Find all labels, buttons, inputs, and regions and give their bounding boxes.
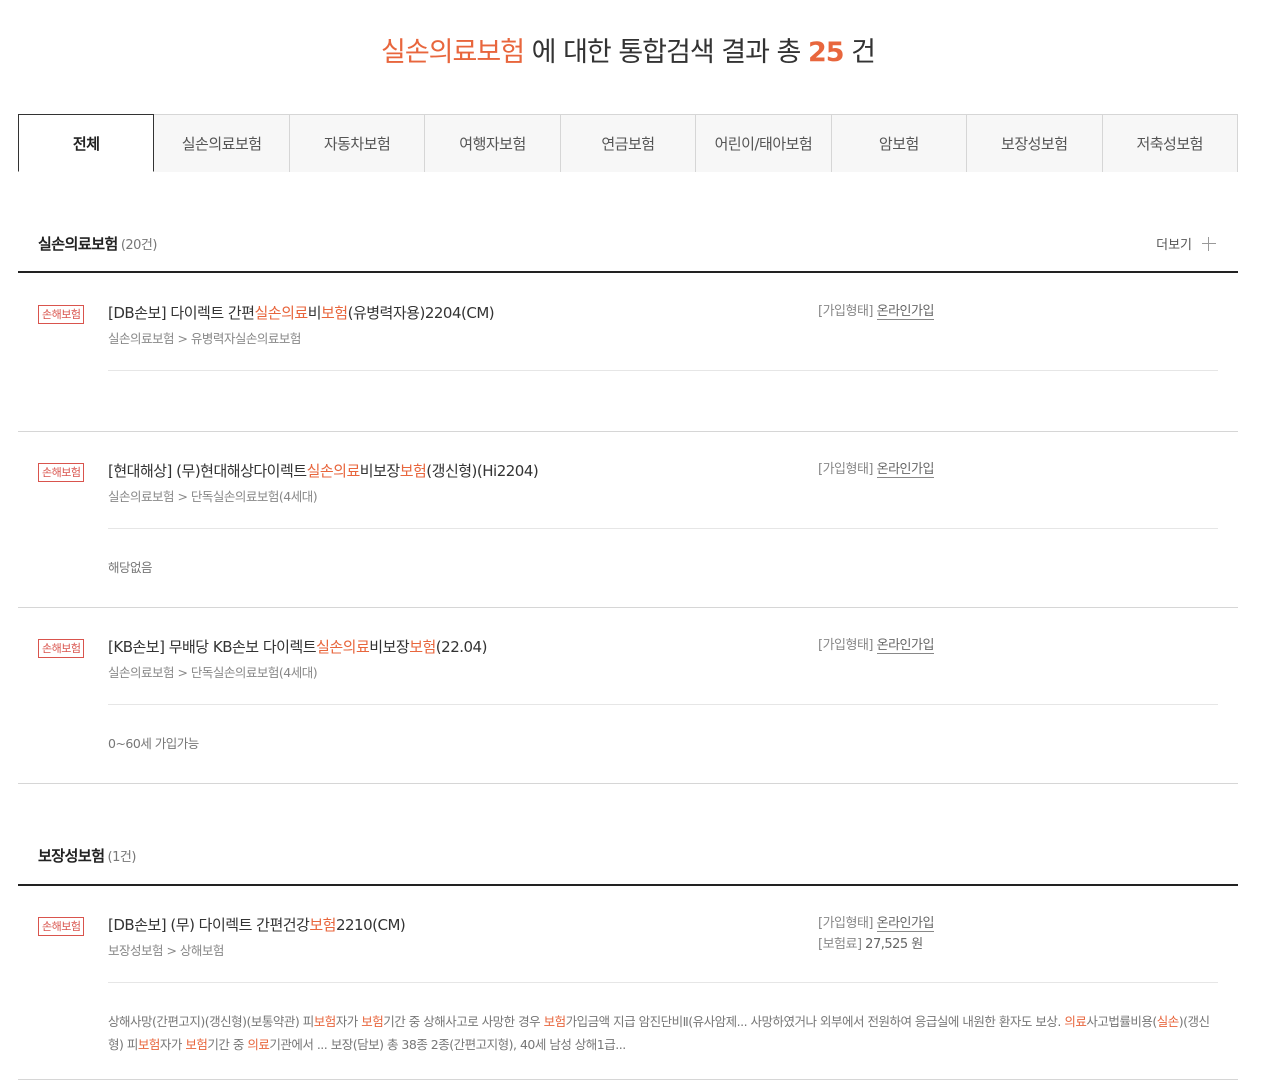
desc-text: 기간 중: [207, 1037, 248, 1052]
tab-cancer[interactable]: 암보험: [830, 114, 967, 172]
join-type: [가입형태] 온라인가입: [818, 634, 934, 654]
product-description: 해당없음: [108, 560, 153, 575]
desc-highlight: 보험: [185, 1037, 208, 1052]
tab-savings[interactable]: 저축성보험: [1101, 114, 1238, 172]
section-count: (20건): [120, 238, 158, 253]
title-text: [KB손보] 무배당 KB손보 다이렉트: [108, 638, 317, 656]
category-badge: 손해보험: [38, 463, 85, 482]
more-label: 더보기: [1156, 238, 1192, 253]
product-breadcrumb: 실손의료보험 > 단독실손의료보험(4세대): [108, 665, 318, 680]
desc-text: 상해사망(간편고지)(갱신형)(보통약관) 피: [108, 1014, 314, 1029]
join-value-link[interactable]: 온라인가입: [876, 304, 934, 320]
title-text: [현대해상] (무)현대해상다이렉트: [108, 462, 307, 480]
category-tabs: 전체 실손의료보험 자동차보험 여행자보험 연금보험 어린이/태아보험 암보험 …: [18, 114, 1238, 172]
product-title-link[interactable]: [KB손보] 무배당 KB손보 다이렉트실손의료비보장보험(22.04): [108, 636, 487, 657]
join-value-link[interactable]: 온라인가입: [876, 462, 934, 478]
section-title-medical: 실손의료보험 (20건): [38, 233, 157, 254]
item-divider: [18, 607, 1238, 608]
desc-highlight: 의료: [247, 1037, 270, 1052]
title-highlight: 보험: [309, 916, 336, 934]
title-text: [DB손보] (무) 다이렉트 간편건강: [108, 916, 310, 934]
premium: [보험료] 27,525 원: [818, 933, 923, 952]
desc-highlight: 실손: [1156, 1014, 1180, 1029]
join-type: [가입형태] 온라인가입: [818, 458, 934, 478]
section-title-text: 보장성보험: [38, 847, 105, 865]
join-label: [가입형태]: [818, 462, 873, 477]
section-title-text: 실손의료보험: [38, 235, 118, 253]
join-type: [가입형태] 온라인가입: [818, 300, 934, 320]
item-inner-divider: [108, 982, 1218, 983]
join-label: [가입형태]: [818, 916, 873, 931]
item-divider: [18, 1079, 1238, 1080]
desc-text: 자가: [159, 1037, 186, 1052]
product-title-link[interactable]: [DB손보] 다이렉트 간편실손의료비보험(유병력자용)2204(CM): [108, 302, 495, 323]
product-description: 0~60세 가입가능: [108, 736, 199, 751]
search-keyword: 실손의료보험: [381, 37, 525, 68]
join-label: [가입형태]: [818, 638, 873, 653]
tab-travel[interactable]: 여행자보험: [424, 114, 560, 172]
desc-highlight: 의료: [1064, 1014, 1087, 1029]
item-inner-divider: [108, 704, 1218, 705]
search-result-headline: 실손의료보험 에 대한 통합검색 결과 총 25 건: [0, 30, 1256, 69]
section-divider: [18, 271, 1238, 273]
plus-icon: [1202, 236, 1216, 251]
join-label: [가입형태]: [818, 304, 873, 319]
product-title-link[interactable]: [현대해상] (무)현대해상다이렉트실손의료비보장보험(갱신형)(Hi2204): [108, 460, 539, 481]
title-highlight: 실손의료: [306, 462, 361, 480]
title-highlight: 보험: [321, 304, 348, 322]
product-title-link[interactable]: [DB손보] (무) 다이렉트 간편건강보험2210(CM): [108, 914, 406, 935]
tab-protection[interactable]: 보장성보험: [966, 114, 1102, 172]
title-highlight: 보험: [409, 638, 436, 656]
item-divider: [18, 431, 1238, 432]
title-highlight: 실손의료: [254, 304, 308, 322]
category-badge: 손해보험: [38, 917, 85, 936]
tab-annuity[interactable]: 연금보험: [559, 114, 696, 172]
headline-suffix: 건: [851, 37, 876, 68]
section-divider: [18, 884, 1238, 886]
join-value-link[interactable]: 온라인가입: [876, 916, 934, 932]
product-breadcrumb: 실손의료보험 > 유병력자실손의료보험: [108, 331, 301, 346]
title-text: 2210(CM): [335, 916, 406, 934]
category-badge: 손해보험: [38, 639, 85, 658]
premium-value: 27,525 원: [865, 937, 923, 952]
desc-text: 사고법률비용(: [1086, 1014, 1157, 1029]
section-title-protection: 보장성보험 (1건): [38, 845, 136, 866]
tab-child[interactable]: 어린이/태아보험: [695, 114, 831, 172]
product-description: 상해사망(간편고지)(갱신형)(보통약관) 피보험자가 보험기간 중 상해사고로…: [108, 1010, 1218, 1056]
desc-highlight: 보험: [137, 1037, 161, 1052]
desc-highlight: 보험: [313, 1014, 337, 1029]
title-text: (22.04): [435, 638, 488, 656]
desc-text: 기관에서 ... 보장(담보) 총 38종 2종(간편고지형), 40세 남성 …: [269, 1037, 626, 1052]
item-inner-divider: [108, 370, 1218, 371]
desc-highlight: 보험: [543, 1014, 567, 1029]
title-text: (갱신형)(Hi2204): [426, 462, 539, 480]
headline-middle: 에 대한 통합검색 결과 총: [531, 37, 802, 68]
item-inner-divider: [108, 528, 1218, 529]
title-text: 비: [307, 304, 322, 322]
join-value-link[interactable]: 온라인가입: [876, 638, 934, 654]
tab-medical-indemnity[interactable]: 실손의료보험: [154, 114, 289, 172]
title-text: [DB손보] 다이렉트 간편: [108, 304, 255, 322]
title-text: 비보장: [359, 462, 400, 480]
title-highlight: 실손의료: [316, 638, 370, 656]
title-highlight: 보험: [399, 462, 427, 480]
category-badge: 손해보험: [38, 305, 85, 324]
join-type: [가입형태] 온라인가입: [818, 912, 934, 932]
premium-label: [보험료]: [818, 937, 862, 952]
product-breadcrumb: 실손의료보험 > 단독실손의료보험(4세대): [108, 489, 318, 504]
item-divider: [18, 783, 1238, 784]
section-count: (1건): [107, 850, 137, 865]
desc-text: 가입금액 지급 암진단비Ⅱ(유사암제... 사망하였거나 외부에서 전원하여 응…: [565, 1014, 1065, 1029]
more-button[interactable]: 더보기: [1156, 234, 1216, 253]
tab-auto[interactable]: 자동차보험: [288, 114, 425, 172]
desc-text: 기간 중 상해사고로 사망한 경우: [383, 1014, 544, 1029]
title-text: 비보장: [369, 638, 410, 656]
product-breadcrumb: 보장성보험 > 상해보험: [108, 943, 224, 958]
tab-all[interactable]: 전체: [18, 114, 155, 172]
result-count: 25: [807, 37, 845, 68]
desc-text: 자가: [335, 1014, 362, 1029]
title-text: (유병력자용)2204(CM): [347, 304, 495, 322]
desc-highlight: 보험: [361, 1014, 384, 1029]
